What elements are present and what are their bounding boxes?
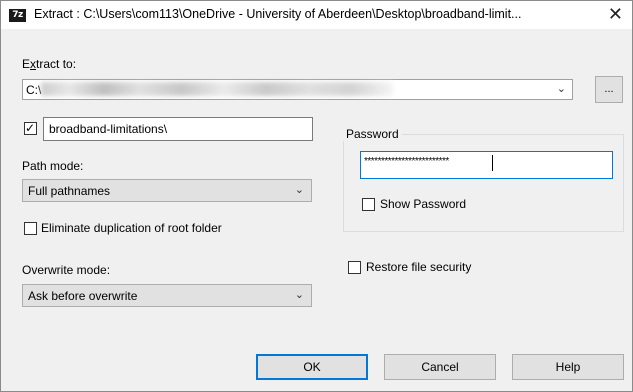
extract-to-label: Extract to: bbox=[22, 57, 76, 71]
path-mode-select[interactable]: Full pathnames ⌄ bbox=[22, 179, 312, 202]
password-group-title: Password bbox=[343, 127, 402, 141]
subfolder-name-input[interactable]: broadband-limitations\ bbox=[43, 117, 313, 141]
subfolder-checkbox[interactable]: ✓ bbox=[24, 121, 37, 135]
window-title: Extract : C:\Users\com113\OneDrive - Uni… bbox=[34, 7, 522, 21]
checkmark-icon: ✓ bbox=[25, 121, 36, 135]
chevron-down-icon: ⌄ bbox=[294, 184, 304, 196]
show-password-checkbox[interactable] bbox=[362, 198, 375, 211]
show-password-label[interactable]: Show Password bbox=[380, 197, 466, 211]
cancel-button[interactable]: Cancel bbox=[384, 354, 496, 380]
extract-dialog: 7z Extract : C:\Users\com113\OneDrive - … bbox=[0, 0, 633, 392]
subfolder-name-value: broadband-limitations\ bbox=[49, 122, 168, 136]
password-groupbox bbox=[343, 134, 624, 232]
eliminate-duplication-checkbox[interactable] bbox=[24, 222, 37, 235]
path-mode-label: Path mode: bbox=[22, 159, 84, 173]
browse-button[interactable]: ... bbox=[595, 76, 623, 103]
extract-to-label-first: E bbox=[22, 57, 31, 71]
title-bar[interactable]: 7z Extract : C:\Users\com113\OneDrive - … bbox=[1, 1, 632, 29]
ok-button[interactable]: OK bbox=[256, 354, 368, 380]
chevron-down-icon[interactable]: ⌄ bbox=[557, 82, 566, 95]
restore-security-label[interactable]: Restore file security bbox=[366, 260, 471, 274]
eliminate-duplication-label[interactable]: Eliminate duplication of root folder bbox=[41, 221, 222, 235]
restore-security-checkbox[interactable] bbox=[348, 261, 361, 274]
path-mode-value: Full pathnames bbox=[28, 184, 111, 198]
help-button[interactable]: Help bbox=[512, 354, 624, 380]
close-icon[interactable]: ✕ bbox=[608, 4, 623, 24]
extract-path-value: C:\ bbox=[26, 83, 42, 97]
password-input[interactable]: ************************* bbox=[360, 151, 613, 179]
7zip-logo-icon: 7z bbox=[9, 9, 26, 22]
overwrite-mode-value: Ask before overwrite bbox=[28, 289, 138, 303]
password-masked-value: ************************* bbox=[364, 156, 449, 167]
extract-path-combobox[interactable]: C:\ ⌄ bbox=[22, 79, 573, 100]
redacted-path-blur bbox=[41, 82, 393, 96]
extract-to-label-rest: tract to: bbox=[36, 57, 77, 71]
chevron-down-icon: ⌄ bbox=[294, 289, 304, 301]
text-caret bbox=[492, 155, 493, 171]
overwrite-mode-select[interactable]: Ask before overwrite ⌄ bbox=[22, 284, 312, 307]
overwrite-mode-label: Overwrite mode: bbox=[22, 263, 111, 277]
